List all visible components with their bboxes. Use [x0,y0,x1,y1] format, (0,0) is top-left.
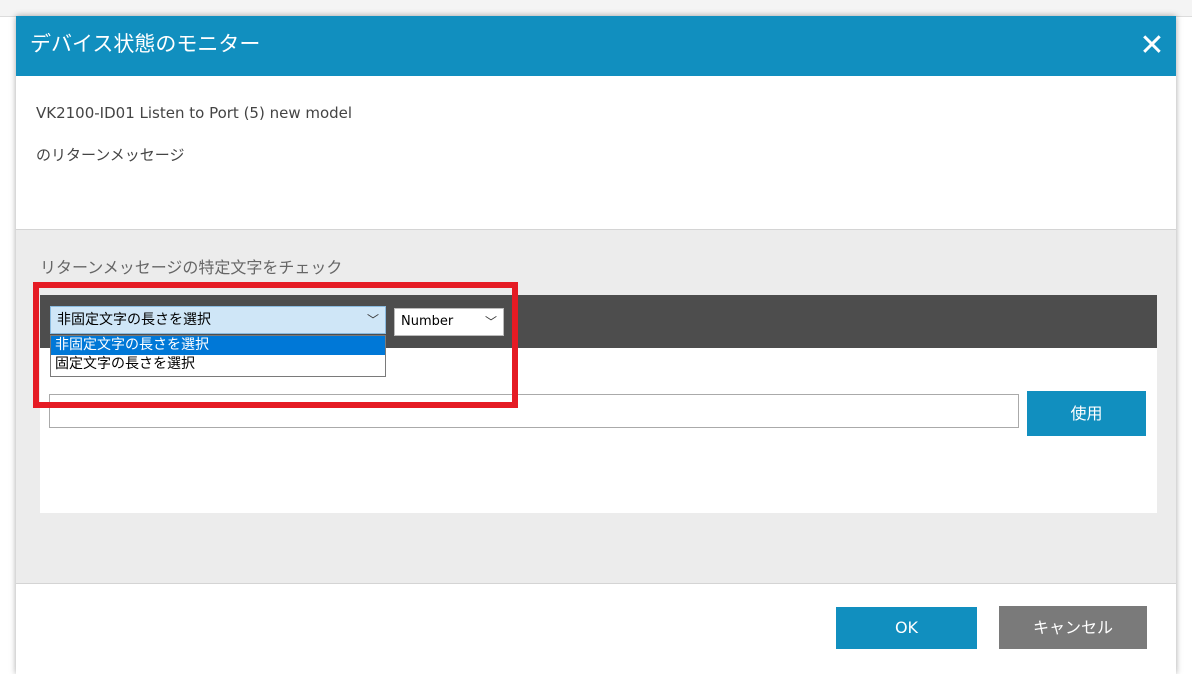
device-name-text: VK2100-ID01 Listen to Port (5) new model [36,104,353,122]
chevron-down-icon: ﹀ [366,313,379,327]
dropdown-option-fixed-length[interactable]: 固定文字の長さを選択 [51,355,385,374]
device-monitor-dialog: デバイス状態のモニター ✕ VK2100-ID01 Listen to Port… [16,16,1176,674]
chevron-down-icon: ﹀ [484,315,497,329]
dropdown-option-non-fixed-length[interactable]: 非固定文字の長さを選択 [51,336,385,355]
section-title: リターンメッセージの特定文字をチェック [40,258,343,277]
dialog-title: デバイス状態のモニター [30,32,261,56]
dialog-titlebar: デバイス状態のモニター ✕ [16,16,1176,76]
length-type-dropdown-list: 非固定文字の長さを選択 固定文字の長さを選択 [50,335,386,377]
cancel-button[interactable]: キャンセル [999,606,1147,649]
format-select[interactable]: Number ﹀ [394,308,504,336]
format-select-value: Number [401,314,454,329]
ok-button[interactable]: OK [836,607,977,649]
length-type-select-value: 非固定文字の長さを選択 [57,312,211,328]
use-button[interactable]: 使用 [1027,391,1146,436]
close-icon[interactable]: ✕ [1136,30,1168,62]
return-message-label: のリターンメッセージ [36,146,185,164]
background-toolbar [0,0,1192,17]
check-string-input[interactable] [49,394,1019,428]
length-type-select[interactable]: 非固定文字の長さを選択 ﹀ [50,306,386,334]
